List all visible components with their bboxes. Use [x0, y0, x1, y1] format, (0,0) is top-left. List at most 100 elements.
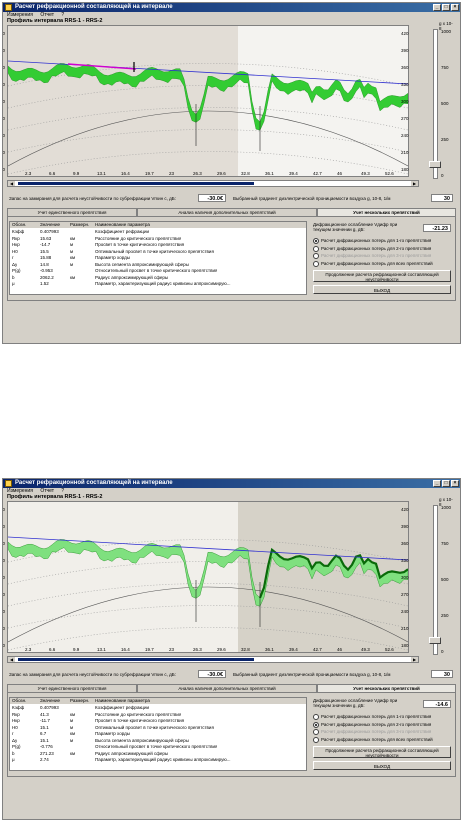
x-axis-tick: 49.3 [361, 647, 370, 652]
table-row: Hкр -14.7 м Просвет в точке критического пр… [10, 242, 306, 248]
x-axis-tick: 6.6 [49, 171, 56, 176]
exit-button[interactable]: ВЫХОД [313, 761, 451, 770]
reserve-value-text: -30.0 [207, 672, 220, 678]
table-row: r 6.7 км Параметр хорды [10, 731, 306, 737]
row-name: Расстояние до критического препятствия [95, 235, 182, 241]
attenuation-label: Дифракционное ослабление Vдифр при текущ… [313, 222, 398, 232]
row-symbol: H0 [12, 724, 18, 730]
diffraction-panel: Дифракционное ослабление Vдифр при текущ… [311, 696, 455, 774]
row-unit: км [70, 255, 76, 260]
gradient-scale-tick: 1000 [441, 29, 452, 34]
reserve-label: Запас на замирания для расчета неустойчи… [9, 672, 176, 677]
table-row: μ 1.52 Параметр, характеризующий радиус кр… [10, 281, 306, 287]
exit-button[interactable]: ВЫХОД [313, 285, 451, 294]
scroll-fill [18, 182, 254, 185]
radio-dot [313, 714, 319, 720]
tab-multiple-obstacles[interactable]: Учет нескольких препятствий [317, 684, 456, 692]
radio-obstacle-1[interactable]: Расчет дифракционных потерь для 1-го пре… [313, 238, 431, 244]
row-value: 15.1 [40, 737, 49, 743]
radio-obstacle-3[interactable]: Расчет дифракционных потерь для 3-го пре… [313, 729, 431, 735]
scroll-right-arrow[interactable]: ▶ [411, 181, 418, 186]
y-axis-tick-left: 210 [2, 626, 5, 631]
row-name: Относительный просвет в точке критическо… [95, 744, 218, 749]
row-symbol: Δy [12, 261, 18, 267]
row-symbol: Rкр [12, 235, 20, 241]
row-unit: м [70, 737, 74, 743]
minimize-button[interactable]: _ [433, 4, 441, 11]
row-symbol: b [12, 274, 15, 280]
row-name: Высота сегмента аппроксимирующей сферы [95, 261, 189, 267]
radio-obstacle-4[interactable]: Расчет дифракционных потерь для всех пре… [313, 736, 433, 743]
distance-scrollbar[interactable]: ◀ ▶ [7, 656, 419, 663]
row-unit: км [70, 731, 76, 736]
gradient-slider-thumb[interactable] [429, 637, 441, 644]
gradient-slider-thumb[interactable] [429, 161, 441, 168]
continue-button[interactable]: Продолжение расчета рефракционной состав… [313, 746, 451, 758]
profile-title: Профиль интервала RRS-1 - RRS-2 [7, 18, 103, 24]
gradient-value[interactable]: 30 [431, 670, 453, 678]
x-axis-tick: 36.1 [265, 647, 274, 652]
row-symbol: P(g) [12, 268, 21, 273]
x-axis-tick: 32.8 [241, 647, 250, 652]
y-axis-tick-left: 240 [2, 609, 5, 614]
row-symbol: r [12, 255, 14, 260]
table-row: Кэфф 0.407993 Коэффициент рефракции [10, 705, 306, 711]
radio-obstacle-3[interactable]: Расчет дифракционных потерь для 3-го пре… [313, 253, 431, 259]
profile-chart [7, 501, 409, 653]
radio-label: Расчет дифракционных потерь для 3-го пре… [321, 253, 432, 259]
gradient-value[interactable]: 30 [431, 194, 453, 202]
col-name: Наименование параметра [95, 698, 150, 703]
x-axis-tick: 46 [337, 171, 343, 176]
radio-obstacle-1[interactable]: Расчет дифракционных потерь для 1-го пре… [313, 714, 431, 720]
continue-button[interactable]: Продолжение расчета рефракционной состав… [313, 270, 451, 282]
reserve-value: -30.0€ [198, 194, 226, 202]
gradient-slider-track[interactable] [433, 29, 438, 179]
y-axis-tick-left: 300 [2, 575, 5, 580]
scroll-left-arrow[interactable]: ◀ [8, 181, 15, 186]
maximize-button[interactable]: □ [442, 480, 450, 487]
col-name: Наименование параметра [95, 222, 150, 227]
distance-scrollbar[interactable]: ◀ ▶ [7, 180, 419, 187]
close-button[interactable]: × [451, 480, 459, 487]
gradient-slider-track[interactable] [433, 505, 438, 655]
maximize-button[interactable]: □ [442, 4, 450, 11]
gradient-scale-tick: 1000 [441, 505, 452, 510]
table-row: P(g) -0.776 Относительный просвет в точке … [10, 744, 306, 750]
tab-multiple-obstacles[interactable]: Учет нескольких препятствий [317, 208, 456, 216]
x-axis-tick: 19.7 [145, 647, 154, 652]
table-row: Rкр 41.3 км Расстояние до критического преп… [10, 712, 306, 718]
attenuation-value: -14.6 [423, 700, 451, 708]
tab-additional-obstacles[interactable]: Анализ наличия дополнительных препятстви… [137, 208, 317, 216]
x-axis-tick: 6.6 [49, 647, 56, 652]
tab-single-obstacle[interactable]: Учет единственного препятствия [7, 684, 137, 692]
close-button[interactable]: × [451, 4, 459, 11]
table-row: P(g) -0.953 Относительный просвет в точке … [10, 268, 306, 274]
scroll-left-arrow[interactable]: ◀ [8, 657, 15, 662]
radio-obstacle-2[interactable]: Расчет дифракционных потерь для 2-го пре… [313, 721, 431, 728]
radio-dot [313, 260, 319, 267]
reserve-unit: € [219, 196, 223, 202]
radio-obstacle-2[interactable]: Расчет дифракционных потерь для 2-го пре… [313, 245, 431, 252]
x-axis-tick: 2.3 [25, 647, 32, 652]
tab-strip: Учет единственного препятствия Анализ на… [7, 684, 456, 692]
table-row: H0 15.1 м Оптимальный просвет в точке крити… [10, 725, 306, 731]
row-symbol: P(g) [12, 744, 21, 749]
minimize-button[interactable]: _ [433, 480, 441, 487]
col-unit: Размерн. [70, 698, 90, 703]
tab-single-obstacle[interactable]: Учет единственного препятствия [7, 208, 137, 216]
x-axis-tick: 13.1 [97, 647, 106, 652]
row-symbol: H0 [12, 248, 18, 254]
row-value: 15.88 [40, 255, 52, 260]
row-unit: км [70, 750, 76, 756]
radio-obstacle-4[interactable]: Расчет дифракционных потерь для всех пре… [313, 260, 433, 267]
table-row: r 15.88 км Параметр хорды [10, 255, 306, 261]
gradient-scale-tick: 500 [441, 577, 449, 582]
row-unit: м [70, 261, 74, 267]
gradient-scale-tick: 500 [441, 101, 449, 106]
x-axis-tick: 46 [337, 647, 343, 652]
scroll-right-arrow[interactable]: ▶ [411, 657, 418, 662]
y-axis-tick-left: 180 [2, 643, 5, 648]
row-name: Относительный просвет в точке критическо… [95, 268, 218, 273]
parameters-table: Обозн. Значение Размерн. Наименование па… [9, 697, 307, 771]
tab-additional-obstacles[interactable]: Анализ наличия дополнительных препятстви… [137, 684, 317, 692]
